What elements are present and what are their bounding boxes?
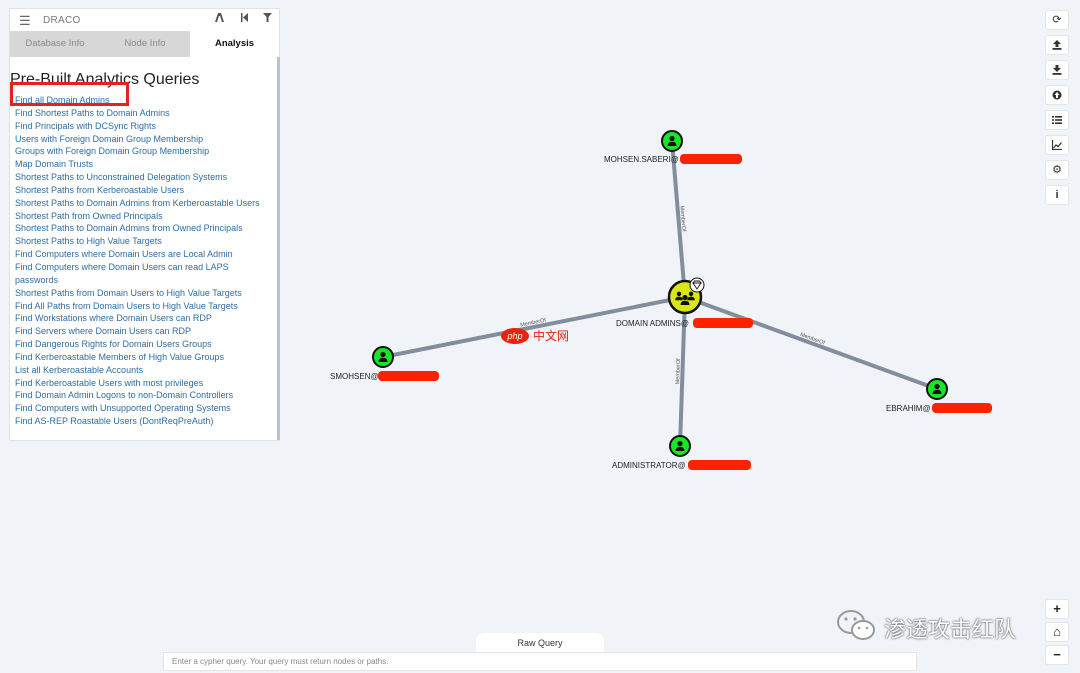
import-button[interactable] [1045, 60, 1069, 80]
info-icon: i [1055, 189, 1059, 201]
tab-database-info[interactable]: Database Info [10, 31, 100, 57]
zoom-out-button[interactable]: − [1045, 645, 1069, 665]
scrollbar-thumb[interactable] [277, 57, 280, 440]
user-node[interactable]: SMOHSEN@ [330, 346, 439, 381]
query-item[interactable]: Find Computers with Unsupported Operatin… [15, 402, 270, 415]
query-item[interactable]: Shortest Paths to High Value Targets [15, 235, 270, 248]
sidebar-tabs: Database Info Node Info Analysis [10, 31, 279, 58]
change-layout-button[interactable] [1045, 135, 1069, 155]
upload-data-button[interactable] [1045, 85, 1069, 105]
query-item[interactable]: List all Kerberoastable Accounts [15, 364, 270, 377]
query-item[interactable]: Find Dangerous Rights for Domain Users G… [15, 338, 270, 351]
queue-button[interactable] [1045, 110, 1069, 130]
filter-icon[interactable] [262, 12, 273, 26]
about-button[interactable]: i [1045, 185, 1069, 205]
watermark-text: 渗透攻击红队 [884, 618, 1017, 643]
php-watermark: php 中文网 [500, 326, 585, 351]
zoom-reset-button[interactable]: ⌂ [1045, 622, 1069, 642]
node-label: SMOHSEN@ [330, 372, 379, 381]
node-label: ADMINISTRATOR@ [612, 461, 686, 470]
php-watermark-text: php [506, 331, 522, 341]
query-item[interactable]: Shortest Paths to Domain Admins from Own… [15, 222, 270, 235]
sidebar-header: ☰ DRACO [10, 9, 279, 31]
upload-circle-icon [1052, 90, 1062, 100]
redaction-mark [680, 154, 742, 164]
query-item[interactable]: Shortest Path from Owned Principals [15, 210, 270, 223]
user-node[interactable]: EBRAHIM@ [886, 378, 992, 413]
highlight-box [10, 82, 129, 106]
user-node[interactable]: MOHSEN.SABERI@ [604, 130, 742, 164]
settings-icon: ⚙ [1052, 164, 1062, 176]
raw-query-toggle[interactable]: Raw Query [476, 633, 604, 653]
query-item[interactable]: Users with Foreign Domain Group Membersh… [15, 133, 270, 146]
query-item[interactable]: Map Domain Trusts [15, 158, 270, 171]
redaction-mark [932, 403, 992, 413]
home-icon: ⌂ [1053, 624, 1061, 639]
refresh-button[interactable]: ⟳ [1045, 10, 1069, 30]
tab-node-info[interactable]: Node Info [100, 31, 190, 57]
plus-icon: + [1053, 601, 1061, 616]
query-list: Find all Domain Admins Find Shortest Path… [15, 94, 270, 428]
node-label: DOMAIN ADMINS@ [616, 319, 689, 328]
settings-button[interactable]: ⚙ [1045, 160, 1069, 180]
query-item[interactable]: Find Domain Admin Logons to non-Domain C… [15, 389, 270, 402]
export-button[interactable] [1045, 35, 1069, 55]
query-item[interactable]: Shortest Paths to Domain Admins from Ker… [15, 197, 270, 210]
query-item[interactable]: Find Principals with DCSync Rights [15, 120, 270, 133]
query-item[interactable]: Find Computers where Domain Users can re… [15, 261, 270, 274]
php-watermark-cn: 中文网 [533, 328, 569, 343]
query-item[interactable]: Find Servers where Domain Users can RDP [15, 325, 270, 338]
query-item[interactable]: Find Kerberoastable Users with most priv… [15, 377, 270, 390]
scrollbar[interactable] [277, 57, 280, 440]
upload-icon [1052, 40, 1062, 50]
refresh-icon: ⟳ [1052, 14, 1062, 26]
redaction-mark [378, 371, 439, 381]
graph-edge[interactable] [684, 295, 938, 391]
query-item[interactable]: Shortest Paths from Domain Users to High… [15, 287, 270, 300]
node-label: MOHSEN.SABERI@ [604, 155, 679, 164]
query-item[interactable]: Groups with Foreign Domain Group Members… [15, 145, 270, 158]
node-label: EBRAHIM@ [886, 404, 931, 413]
wechat-logo-icon [837, 610, 875, 640]
list-icon [1052, 116, 1062, 124]
chart-icon [1051, 140, 1062, 151]
hamburger-menu-icon[interactable]: ☰ [19, 13, 31, 29]
query-item[interactable]: Shortest Paths from Kerberoastable Users [15, 184, 270, 197]
query-item[interactable]: Shortest Paths to Unconstrained Delegati… [15, 171, 270, 184]
diamond-icon [689, 277, 705, 293]
query-item[interactable]: Find AS-REP Roastable Users (DontReqPreA… [15, 415, 270, 428]
query-item[interactable]: Find Workstations where Domain Users can… [15, 312, 270, 325]
sidebar-panel: ☰ DRACO Database Info Node Info Analysis… [9, 8, 280, 441]
query-item[interactable]: Find All Paths from Domain Users to High… [15, 300, 270, 313]
download-icon [1052, 65, 1062, 75]
back-icon[interactable] [239, 12, 250, 26]
redaction-mark [688, 460, 751, 470]
edge-label: MemberOf [675, 358, 682, 385]
cypher-query-input[interactable] [163, 652, 917, 671]
pathfinding-icon[interactable] [214, 12, 225, 26]
query-item[interactable]: passwords [15, 274, 270, 287]
redaction-mark [693, 318, 753, 328]
tab-analysis[interactable]: Analysis [190, 31, 279, 57]
group-node[interactable]: DOMAIN ADMINS@ [616, 277, 753, 328]
query-item[interactable]: Find Kerberoastable Members of High Valu… [15, 351, 270, 364]
query-item[interactable]: Find Shortest Paths to Domain Admins [15, 107, 270, 120]
database-name: DRACO [43, 15, 81, 26]
zoom-in-button[interactable]: + [1045, 599, 1069, 619]
user-node[interactable]: ADMINISTRATOR@ [612, 435, 751, 470]
minus-icon: − [1053, 647, 1061, 662]
query-item[interactable]: Find Computers where Domain Users are Lo… [15, 248, 270, 261]
wechat-watermark: 渗透攻击红队 [836, 606, 1046, 646]
